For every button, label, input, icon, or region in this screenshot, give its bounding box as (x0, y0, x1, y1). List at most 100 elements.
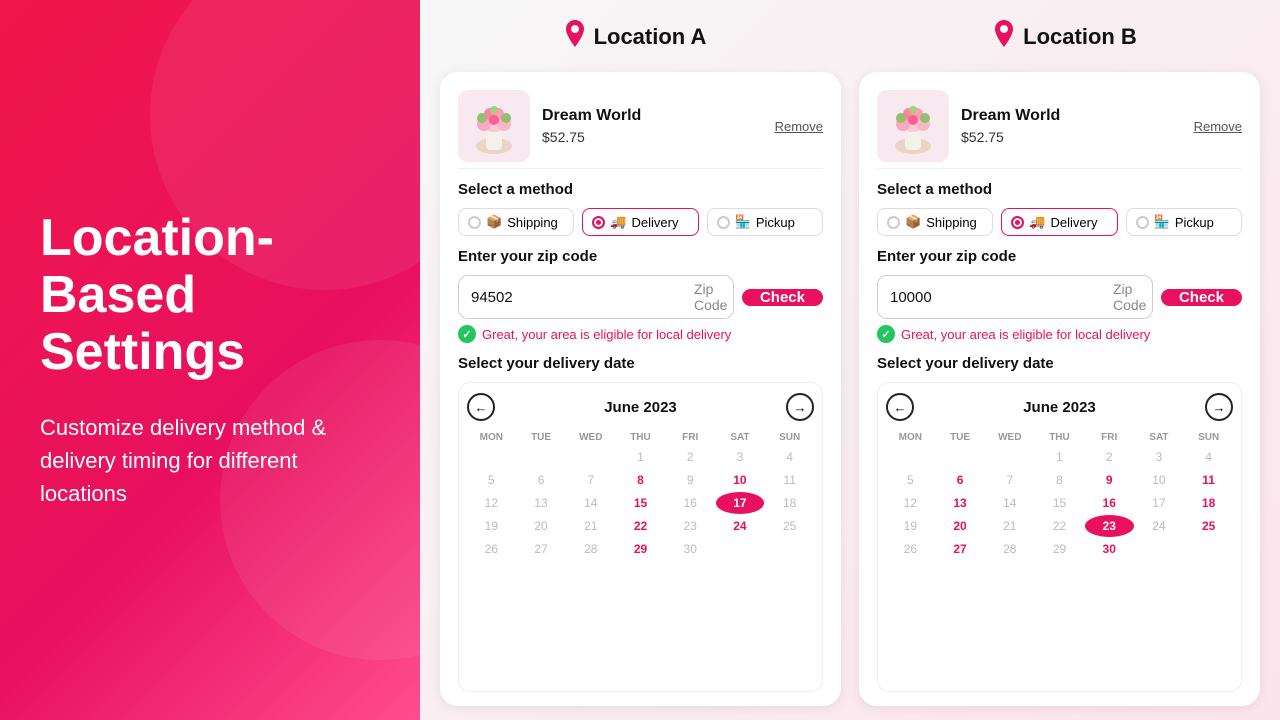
cal-month-a: June 2023 (604, 399, 677, 416)
select-method-label-a: Select a method (458, 181, 823, 198)
check-btn-b[interactable]: Check (1161, 289, 1242, 306)
cal-next-a[interactable]: → (786, 393, 814, 421)
cal-day[interactable]: 6 (936, 469, 985, 491)
right-panel: Location A Location B (420, 0, 1280, 720)
cal-day[interactable]: 15 (616, 492, 665, 514)
product-price-b: $52.75 (961, 129, 1182, 145)
cal-day[interactable]: 27 (936, 538, 985, 560)
cal-day: 2 (1085, 446, 1134, 468)
cal-day (1184, 538, 1233, 560)
cal-day: 23 (666, 515, 715, 537)
cal-day[interactable]: 30 (1085, 538, 1134, 560)
radio-shipping-a (468, 216, 481, 229)
cal-day[interactable]: 25 (1184, 515, 1233, 537)
cal-day (886, 446, 935, 468)
product-info-b: Dream World $52.75 (961, 107, 1182, 145)
product-image-a (458, 90, 530, 162)
zip-row-a: Zip Code (458, 275, 734, 319)
cal-day (936, 446, 985, 468)
zip-input-a[interactable] (459, 276, 682, 318)
method-delivery-b[interactable]: 🚚 Delivery (1001, 208, 1117, 236)
product-info-a: Dream World $52.75 (542, 107, 763, 145)
cal-day: 20 (517, 515, 566, 537)
remove-btn-a[interactable]: Remove (775, 119, 823, 134)
location-a-icon (564, 20, 586, 54)
cal-day: 14 (566, 492, 615, 514)
dow-sat-b: SAT (1135, 429, 1184, 446)
card-a: Dream World $52.75 Remove Select a metho… (440, 72, 841, 706)
cal-day[interactable]: 16 (1085, 492, 1134, 514)
cal-day: 28 (985, 538, 1034, 560)
cal-day: 3 (1135, 446, 1184, 468)
cal-day: 3 (716, 446, 765, 468)
cal-day: 26 (886, 538, 935, 560)
cal-day: 21 (566, 515, 615, 537)
location-headers: Location A Location B (420, 0, 1280, 62)
dow-tue-a: TUE (517, 429, 566, 446)
remove-btn-b[interactable]: Remove (1194, 119, 1242, 134)
cal-day: 1 (1035, 446, 1084, 468)
radio-delivery-a (592, 216, 605, 229)
delivery-label-b: Delivery (1051, 215, 1098, 230)
zip-check-wrapper-b: Zip Code Check (877, 275, 1242, 319)
main-title: Location-Based Settings (40, 210, 380, 382)
cal-day[interactable]: 24 (716, 515, 765, 537)
cal-day: 8 (1035, 469, 1084, 491)
cal-day: 12 (886, 492, 935, 514)
cal-day: 5 (886, 469, 935, 491)
cal-header-a: ← June 2023 → (467, 393, 814, 421)
check-circle-b (877, 325, 895, 343)
cal-day[interactable]: 29 (616, 538, 665, 560)
dow-tue-b: TUE (936, 429, 985, 446)
method-pickup-b[interactable]: 🏪 Pickup (1126, 208, 1242, 236)
cal-month-b: June 2023 (1023, 399, 1096, 416)
success-text-b: Great, your area is eligible for local d… (901, 327, 1150, 342)
dow-sat-a: SAT (716, 429, 765, 446)
method-delivery-a[interactable]: 🚚 Delivery (582, 208, 698, 236)
calendar-b: ← June 2023 → MON TUE WED THU FRI SAT SU… (877, 382, 1242, 692)
method-shipping-b[interactable]: 📦 Shipping (877, 208, 993, 236)
method-pickup-a[interactable]: 🏪 Pickup (707, 208, 823, 236)
zip-label-b: Zip Code (1101, 276, 1153, 318)
cal-day: 7 (985, 469, 1034, 491)
cal-day[interactable]: 11 (1184, 469, 1233, 491)
card-b: Dream World $52.75 Remove Select a metho… (859, 72, 1260, 706)
dow-fri-b: FRI (1085, 429, 1134, 446)
dow-thu-b: THU (1035, 429, 1084, 446)
cal-day: 27 (517, 538, 566, 560)
cal-day (467, 446, 516, 468)
cal-grid-b: MON TUE WED THU FRI SAT SUN (886, 429, 1233, 446)
location-b-header: Location B (850, 12, 1280, 62)
check-btn-a[interactable]: Check (742, 289, 823, 306)
cal-day[interactable]: 9 (1085, 469, 1134, 491)
cal-day[interactable]: 10 (716, 469, 765, 491)
cal-day[interactable]: 17 (716, 492, 765, 514)
success-msg-a: Great, your area is eligible for local d… (458, 325, 823, 343)
location-a-header: Location A (420, 12, 850, 62)
cal-prev-b[interactable]: ← (886, 393, 914, 421)
delivery-icon-a: 🚚 (610, 214, 626, 230)
cal-day: 15 (1035, 492, 1084, 514)
cal-header-b: ← June 2023 → (886, 393, 1233, 421)
cal-next-b[interactable]: → (1205, 393, 1233, 421)
cal-days-b: 1234567891011121314151617181920212223242… (886, 446, 1233, 560)
zip-label-a: Zip Code (682, 276, 734, 318)
dow-sun-a: SUN (765, 429, 814, 446)
zip-input-b[interactable] (878, 276, 1101, 318)
cal-day: 13 (517, 492, 566, 514)
cal-day[interactable]: 22 (616, 515, 665, 537)
shipping-label-b: Shipping (926, 215, 977, 230)
cal-day[interactable]: 8 (616, 469, 665, 491)
cal-prev-a[interactable]: ← (467, 393, 495, 421)
dow-fri-a: FRI (666, 429, 715, 446)
cal-day[interactable]: 20 (936, 515, 985, 537)
cal-day[interactable]: 23 (1085, 515, 1134, 537)
cal-day: 17 (1135, 492, 1184, 514)
cal-day[interactable]: 13 (936, 492, 985, 514)
method-shipping-a[interactable]: 📦 Shipping (458, 208, 574, 236)
cal-day[interactable]: 18 (1184, 492, 1233, 514)
zip-row-b: Zip Code (877, 275, 1153, 319)
product-row-b: Dream World $52.75 Remove (877, 90, 1242, 169)
delivery-icon-b: 🚚 (1029, 214, 1045, 230)
cal-day: 26 (467, 538, 516, 560)
